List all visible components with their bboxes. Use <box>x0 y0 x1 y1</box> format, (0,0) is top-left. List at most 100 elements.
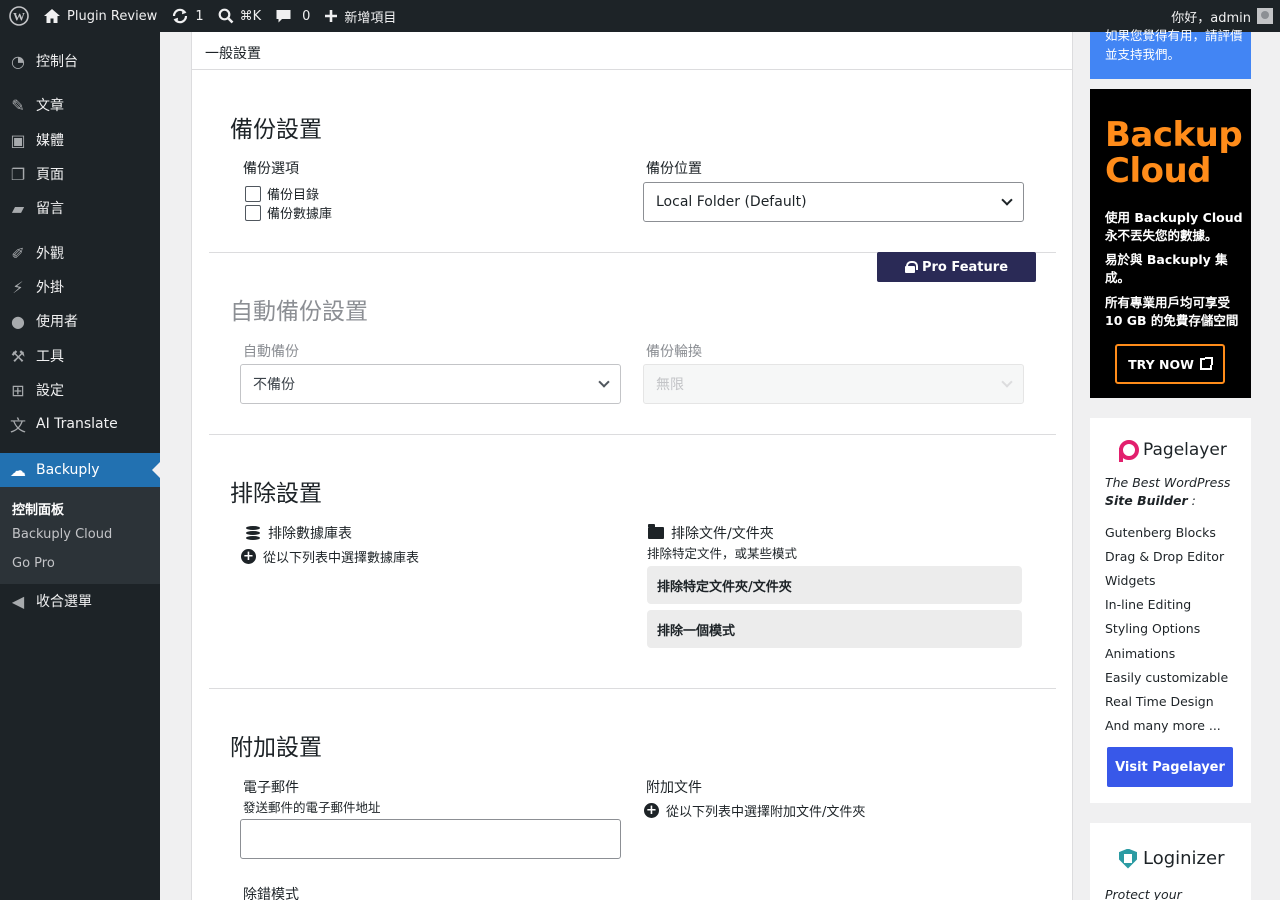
additional-settings-title: 附加設置 <box>230 735 322 761</box>
collapse-arrow-icon: ◀ <box>11 591 25 611</box>
external-link-icon <box>1199 357 1213 370</box>
search-icon <box>218 8 234 24</box>
comments-link[interactable]: 0 <box>268 0 317 32</box>
wordpress-logo-icon[interactable]: W <box>0 0 36 32</box>
pagelayer-feature: Real Time Design <box>1105 694 1214 709</box>
refresh-icon <box>173 8 188 24</box>
backuply-cloud-logo-line1: Backup <box>1105 115 1243 155</box>
cloud-promo-line: 易於與 Backuply 集成。 <box>1105 252 1228 285</box>
chevron-down-icon <box>1001 194 1013 206</box>
attach-files-label: 附加文件 <box>646 780 702 796</box>
menu-appearance[interactable]: ✐ 外觀 <box>0 236 160 270</box>
user-icon: ● <box>11 311 25 331</box>
email-input[interactable] <box>240 819 621 859</box>
menu-label: 設定 <box>36 383 64 399</box>
select-attach-files-label: 從以下列表中選擇附加文件/文件夾 <box>666 805 866 820</box>
submenu-backuply-cloud[interactable]: Backuply Cloud <box>12 527 112 542</box>
backup-dirs-checkbox[interactable] <box>245 185 261 202</box>
media-icon: ▣ <box>10 130 26 150</box>
updates-count: 1 <box>195 8 204 24</box>
menu-comments[interactable]: ▰ 留言 <box>0 191 160 225</box>
backup-location-select[interactable]: Local Folder (Default) <box>643 182 1024 222</box>
exclude-specific-folder-button[interactable]: 排除特定文件夾/文件夾 <box>647 566 1022 604</box>
settings-card: 一般設置 備份設置 備份選項 備份目錄 備份數據庫 備份位置 Local Fol… <box>191 32 1073 900</box>
backup-rotation-value: 無限 <box>656 377 684 393</box>
backup-options-label: 備份選項 <box>243 161 299 177</box>
pagelayer-feature: Widgets <box>1105 573 1156 588</box>
updates-link[interactable]: 1 <box>164 0 210 32</box>
menu-label: AI Translate <box>36 416 118 432</box>
menu-posts[interactable]: ✎ 文章 <box>0 88 160 122</box>
pagelayer-name: Pagelayer <box>1143 440 1227 460</box>
exclude-db-heading: 排除數據庫表 <box>246 523 352 543</box>
new-content-link[interactable]: 新增項目 <box>317 0 403 32</box>
settings-icon: ⊞ <box>11 380 25 400</box>
menu-label: 外觀 <box>36 246 64 262</box>
pro-feature-label: Pro Feature <box>921 259 1009 275</box>
wrench-icon: ⚒ <box>10 346 26 366</box>
page-icon: ❐ <box>10 164 26 184</box>
pagelayer-feature: Drag & Drop Editor <box>1105 549 1225 564</box>
backuply-submenu: 控制面板 Backuply Cloud Go Pro <box>0 487 160 584</box>
menu-tools[interactable]: ⚒ 工具 <box>0 339 160 373</box>
pagelayer-tagline: The Best WordPress Site Builder : <box>1105 474 1245 510</box>
menu-media[interactable]: ▣ 媒體 <box>0 123 160 157</box>
menu-settings[interactable]: ⊞ 設定 <box>0 373 160 407</box>
command-shortcut: ⌘K <box>239 8 262 24</box>
menu-ai-translate[interactable]: 文 AI Translate <box>0 407 160 441</box>
backup-rotation-label: 備份輪換 <box>646 344 702 360</box>
pagelayer-tagline-colon: : <box>1187 493 1196 508</box>
try-now-label: TRY NOW <box>1128 356 1194 372</box>
exclude-pattern-button[interactable]: 排除一個模式 <box>647 610 1022 648</box>
pagelayer-feature: Styling Options <box>1105 621 1201 636</box>
backup-dirs-option[interactable]: 備份目錄 <box>245 184 319 203</box>
try-now-button[interactable]: TRY NOW <box>1115 344 1225 384</box>
visit-pagelayer-button[interactable]: Visit Pagelayer <box>1107 747 1233 787</box>
rating-promo-text: 如果您覺得有用，請評價並支持我們。 <box>1105 28 1243 62</box>
submenu-dashboard[interactable]: 控制面板 <box>12 499 64 518</box>
pagelayer-tagline-2: Site Builder <box>1105 493 1188 508</box>
menu-backuply[interactable]: ☁ Backuply <box>0 453 160 487</box>
backuply-cloud-logo-line2: Cloud <box>1105 151 1212 191</box>
menu-pages[interactable]: ❐ 頁面 <box>0 157 160 191</box>
collapse-label: 收合選單 <box>36 594 92 610</box>
cloud-upload-icon: ☁ <box>10 460 26 480</box>
submenu-go-pro[interactable]: Go Pro <box>12 556 55 571</box>
cloud-promo-line: 使用 Backuply Cloud 永不丟失您的數據。 <box>1105 210 1243 243</box>
backup-db-checkbox[interactable] <box>245 204 261 221</box>
new-content-label: 新增項目 <box>344 10 397 26</box>
menu-users[interactable]: ● 使用者 <box>0 304 160 338</box>
loginizer-tagline: Protect your <box>1105 887 1182 900</box>
email-description: 發送郵件的電子郵件地址 <box>243 800 381 815</box>
pagelayer-feature: Gutenberg Blocks <box>1105 525 1216 540</box>
command-palette-link[interactable]: ⌘K <box>211 0 269 32</box>
select-db-tables-action[interactable]: + 從以下列表中選擇數據庫表 <box>241 547 419 566</box>
brush-icon: ✐ <box>11 243 25 263</box>
backup-location-value: Local Folder (Default) <box>656 194 807 210</box>
menu-plugins[interactable]: ⚡ 外掛 <box>0 270 160 304</box>
dashboard-icon: ◔ <box>11 51 25 71</box>
site-name: Plugin Review <box>67 8 158 24</box>
plugin-icon: ⚡ <box>12 277 24 297</box>
auto-backup-select[interactable]: 不備份 <box>240 364 621 404</box>
folder-icon <box>648 524 664 539</box>
pagelayer-feature: And many more ... <box>1105 718 1221 733</box>
exclude-specific-label: 排除特定文件夾/文件夾 <box>657 579 792 595</box>
menu-dashboard[interactable]: ◔ 控制台 <box>0 44 160 78</box>
menu-label: 頁面 <box>36 167 64 183</box>
chevron-down-icon <box>1001 376 1013 388</box>
collapse-menu-button[interactable]: ◀ 收合選單 <box>0 584 160 618</box>
backup-db-option[interactable]: 備份數據庫 <box>245 203 332 222</box>
site-name-link[interactable]: Plugin Review <box>36 0 164 32</box>
translate-icon: 文 <box>9 416 26 435</box>
greeting: 你好，admin <box>1171 10 1251 26</box>
menu-label: 媒體 <box>36 133 64 149</box>
pro-feature-badge[interactable]: Pro Feature <box>877 252 1036 282</box>
select-attach-files-action[interactable]: + 從以下列表中選擇附加文件/文件夾 <box>644 801 865 820</box>
menu-label: 文章 <box>36 98 64 114</box>
pagelayer-promo: Pagelayer The Best WordPress Site Builde… <box>1090 418 1251 803</box>
debug-mode-label: 除錯模式 <box>243 887 299 900</box>
pagelayer-feature: In-line Editing <box>1105 597 1192 612</box>
exclude-files-label: 排除文件/文件夾 <box>671 526 774 542</box>
rating-promo[interactable]: 如果您覺得有用，請評價並支持我們。 <box>1090 28 1251 79</box>
